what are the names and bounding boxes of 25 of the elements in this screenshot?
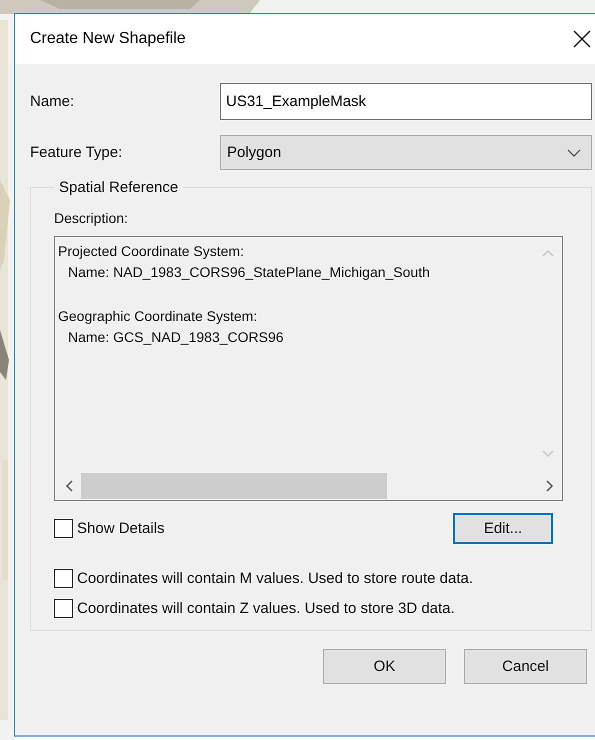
chevron-right-icon[interactable] <box>546 480 554 492</box>
dialog-button[interactable]: OK <box>323 649 446 684</box>
edit-button[interactable]: Edit... <box>453 513 553 544</box>
description-text: Projected Coordinate System: <box>58 242 245 261</box>
chevron-down-icon[interactable] <box>567 148 581 156</box>
checkbox-label: Coordinates will contain Z values. Used to store 3D data. <box>77 600 455 617</box>
checkbox-label: Coordinates will contain M values. Used to store route data. <box>77 570 474 587</box>
feature-type-dropdown[interactable]: Polygon <box>220 135 592 170</box>
window-title: Create New Shapefile <box>30 30 186 48</box>
chevron-left-icon[interactable] <box>65 480 73 492</box>
field-label: Feature Type: <box>30 144 124 161</box>
name-field[interactable]: US31_ExampleMask <box>220 83 592 120</box>
scroll-thumb[interactable] <box>81 473 387 499</box>
description-label: Description: <box>54 210 129 226</box>
checkbox[interactable] <box>54 599 73 618</box>
description-text: Name: NAD_1983_CORS96_StatePlane_Michigan_South <box>67 263 431 282</box>
group-caption: Spatial Reference <box>58 179 180 196</box>
checkbox[interactable] <box>54 569 73 588</box>
dialog-button[interactable]: Cancel <box>464 649 587 684</box>
field-label: Name: <box>30 93 76 110</box>
checkbox-label: Show Details <box>77 520 165 537</box>
description-text: Name: GCS_NAD_1983_CORS96 <box>67 328 285 347</box>
description-text: Geographic Coordinate System: <box>58 307 258 326</box>
checkbox[interactable] <box>54 519 73 538</box>
close-icon[interactable] <box>573 30 591 48</box>
